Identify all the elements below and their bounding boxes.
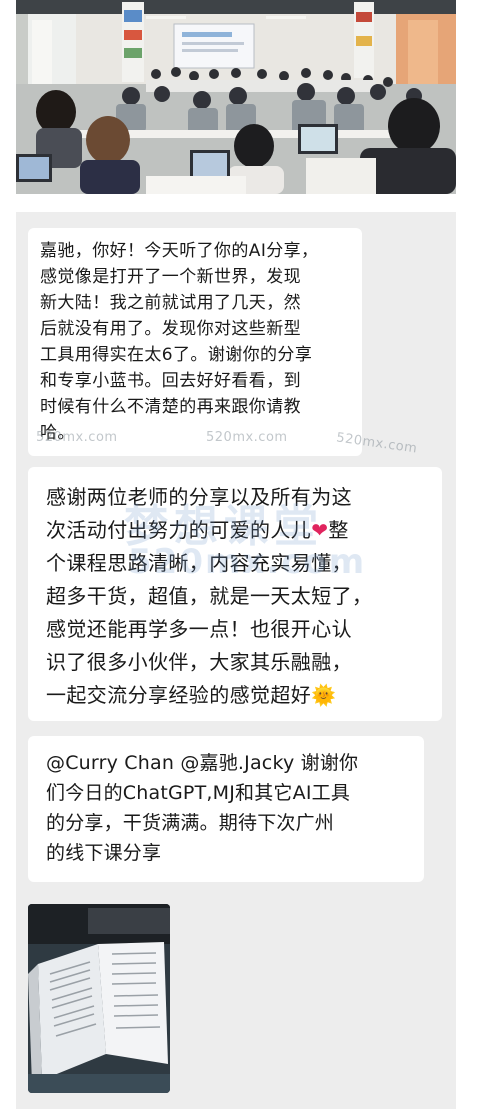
book-photo-drawing xyxy=(28,904,170,1093)
classroom-photo[interactable] xyxy=(16,0,456,194)
sun-emoji-icon: 🌞 xyxy=(311,683,337,707)
right-border xyxy=(470,0,480,1109)
classroom-photo-drawing xyxy=(16,0,456,194)
chat-message-1-text: 嘉驰，你好！今天听了你的AI分享， 感觉像是打开了一个新世界，发现 新大陆！我之… xyxy=(40,241,319,443)
watermark-site-2: 520mx.com xyxy=(206,430,288,445)
screenshot-frame: 嘉驰，你好！今天听了你的AI分享， 感觉像是打开了一个新世界，发现 新大陆！我之… xyxy=(0,0,480,1109)
watermark-site-1: 520mx.com xyxy=(36,430,118,445)
chat-message-3-text: @Curry Chan @嘉驰.Jacky 谢谢你 们今日的ChatGPT,MJ… xyxy=(46,752,359,864)
chat-message-1[interactable]: 嘉驰，你好！今天听了你的AI分享， 感觉像是打开了一个新世界，发现 新大陆！我之… xyxy=(28,228,362,456)
chat-message-3[interactable]: @Curry Chan @嘉驰.Jacky 谢谢你 们今日的ChatGPT,MJ… xyxy=(28,736,424,882)
watermark-brand-site: 520mx.com xyxy=(128,542,367,582)
chat-area[interactable]: 嘉驰，你好！今天听了你的AI分享， 感觉像是打开了一个新世界，发现 新大陆！我之… xyxy=(16,212,456,1109)
chat-image-message[interactable] xyxy=(28,904,170,1093)
